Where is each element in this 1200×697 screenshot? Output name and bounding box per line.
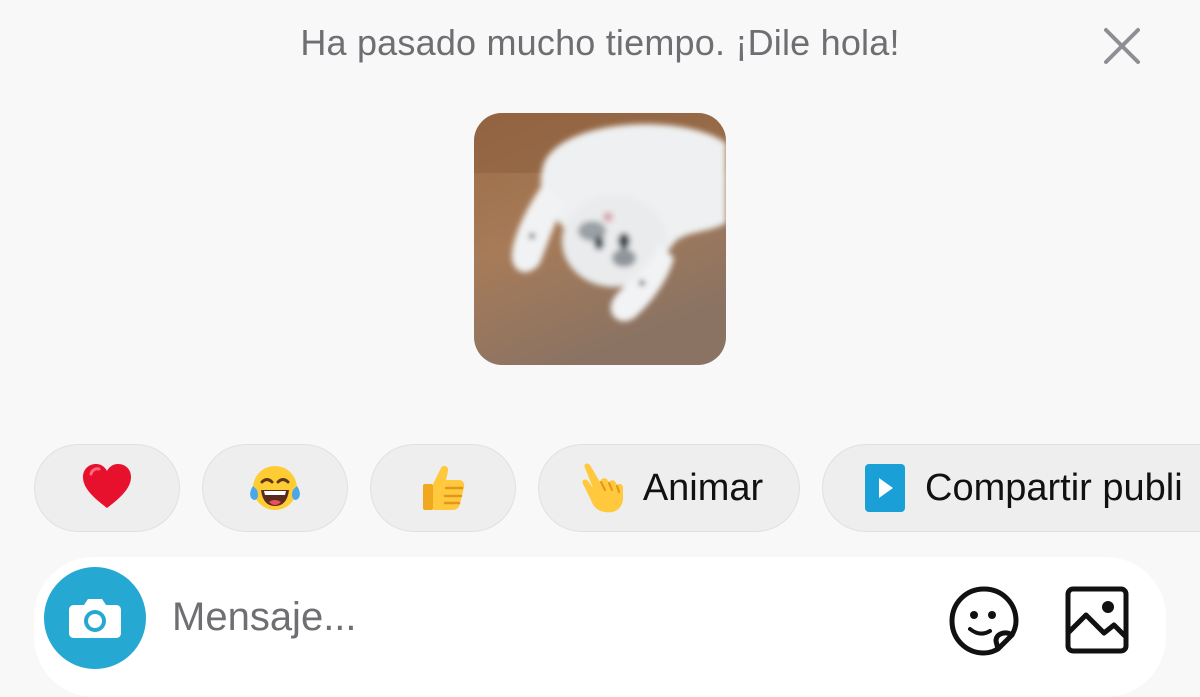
quick-reply-animar[interactable]: Animar [538, 444, 800, 532]
cat-image[interactable] [474, 113, 726, 365]
thumbs-up-emoji [423, 465, 465, 510]
quick-reply-heart[interactable] [34, 444, 180, 532]
close-button[interactable] [1098, 22, 1146, 70]
play-square-icon [865, 464, 905, 512]
camera-icon [69, 599, 121, 638]
sticker-button[interactable] [946, 583, 1022, 659]
red-heart-emoji [83, 464, 131, 508]
sticker-icon [949, 586, 1019, 656]
gallery-icon [1065, 586, 1129, 654]
message-input[interactable] [172, 587, 932, 647]
close-icon [1104, 28, 1140, 64]
cat-illustration [474, 113, 726, 365]
quick-reply-share-post-label: Compartir publi [925, 466, 1183, 509]
tears-of-joy-emoji [250, 466, 300, 510]
quick-replies-row: Animar Compartir publi [34, 444, 1200, 534]
quick-reply-thumbs-up[interactable] [370, 444, 516, 532]
quick-reply-animar-label: Animar [642, 466, 764, 509]
message-composer [34, 557, 1166, 697]
quick-reply-laugh[interactable] [202, 444, 348, 532]
pointing-hand-emoji [582, 463, 623, 513]
banner-text: Ha pasado mucho tiempo. ¡Dile hola! [300, 22, 900, 63]
gallery-button[interactable] [1060, 583, 1136, 659]
camera-button[interactable] [44, 567, 146, 669]
quick-reply-share-post[interactable]: Compartir publi [822, 444, 1200, 532]
